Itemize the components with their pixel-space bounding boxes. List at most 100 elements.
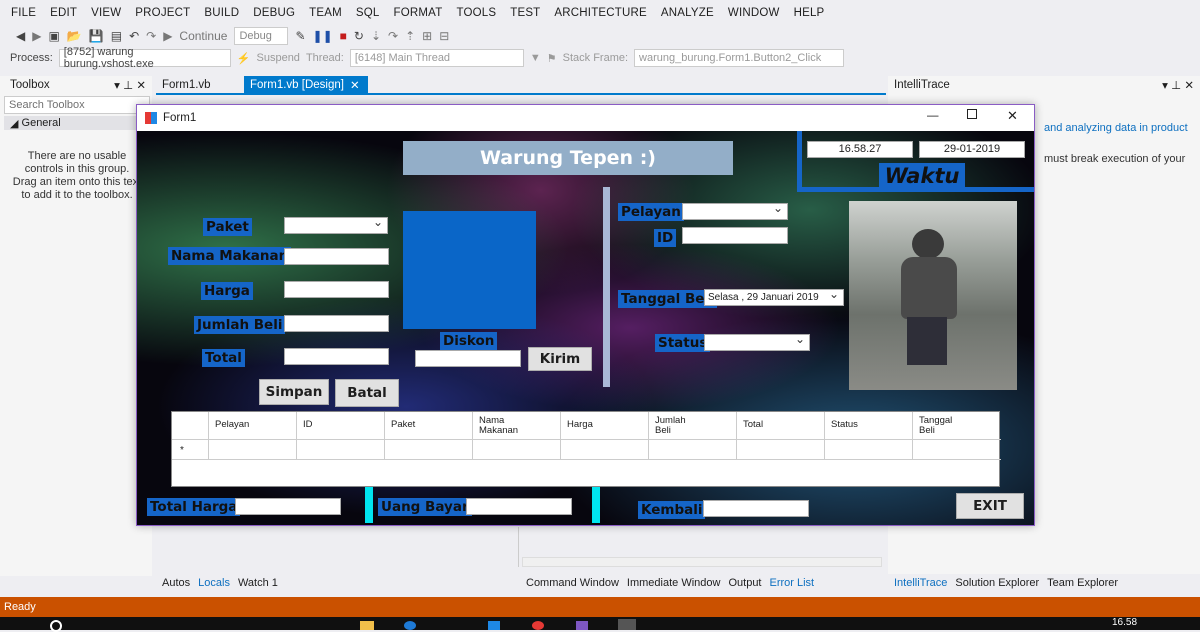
app-icon[interactable] — [618, 619, 636, 630]
stop-icon[interactable]: ■ — [340, 29, 347, 43]
tab-locals[interactable]: Locals — [198, 577, 230, 589]
continue-icon[interactable]: ▶ — [163, 29, 172, 43]
tab-autos[interactable]: Autos — [162, 577, 190, 589]
menu-item[interactable]: DEBUG — [246, 7, 302, 19]
jumlah-beli-field[interactable] — [284, 315, 389, 332]
tab-solution-explorer[interactable]: Solution Explorer — [955, 577, 1039, 589]
harga-field[interactable] — [284, 281, 389, 298]
menu-item[interactable]: PROJECT — [128, 7, 197, 19]
align-icon[interactable]: ⊟ — [439, 29, 449, 43]
pin-icon[interactable]: ▾ ⊥ ✕ — [114, 78, 146, 92]
tab-form1-design[interactable]: Form1.vb [Design] ✕ — [244, 76, 368, 94]
minimize-icon[interactable]: — — [927, 110, 939, 122]
simpan-button[interactable]: Simpan — [259, 379, 329, 405]
pin-icon[interactable]: ▾ ⊥ ✕ — [1162, 78, 1194, 92]
toolbox-group-general[interactable]: ◢ General — [4, 116, 150, 130]
grid-col-header[interactable]: Total — [736, 412, 824, 460]
menu-item[interactable]: ANALYZE — [654, 7, 721, 19]
menu-item[interactable]: FORMAT — [387, 7, 450, 19]
menu-item[interactable]: TEST — [503, 7, 547, 19]
flag-icon[interactable]: ⚑ — [547, 52, 557, 65]
back-icon[interactable]: ◀ — [16, 29, 25, 43]
restart-icon[interactable]: ↻ — [354, 29, 364, 43]
menu-item[interactable]: FILE — [4, 7, 43, 19]
paket-combo[interactable] — [284, 215, 388, 234]
grid-col-header[interactable]: Status — [824, 412, 912, 460]
pause-icon[interactable]: ❚❚ — [313, 29, 333, 43]
tab-command-window[interactable]: Command Window — [526, 577, 619, 589]
store-icon[interactable] — [488, 621, 500, 630]
find-icon[interactable]: ✎ — [295, 29, 305, 43]
orders-grid[interactable]: * Pelayan ID Paket Nama Makanan Harga Jumlah … — [171, 411, 1001, 487]
format-icon[interactable]: ⊞ — [422, 29, 432, 43]
tab-immediate-window[interactable]: Immediate Window — [627, 577, 721, 589]
tab-intellitrace[interactable]: IntelliTrace — [894, 577, 947, 589]
visual-studio-icon[interactable] — [576, 621, 588, 630]
exit-button[interactable]: EXIT — [956, 493, 1024, 519]
id-field[interactable] — [682, 227, 788, 244]
tab-form1-vb[interactable]: Form1.vb — [156, 76, 242, 94]
tab-error-list[interactable]: Error List — [770, 577, 815, 589]
continue-label[interactable]: Continue — [179, 29, 227, 43]
intellitrace-link[interactable]: and analyzing data in product — [1044, 122, 1188, 134]
grid-col-header[interactable]: Tanggal Beli — [912, 412, 1000, 460]
edge-icon[interactable] — [404, 621, 416, 630]
close-icon[interactable]: ✕ — [350, 78, 360, 92]
nama-makanan-field[interactable] — [284, 248, 389, 265]
filter-icon[interactable]: ▼ — [530, 52, 541, 64]
time-field[interactable]: 16.58.27 — [807, 141, 913, 158]
menu-item[interactable]: HELP — [787, 7, 832, 19]
pelayan-combo[interactable] — [682, 201, 788, 220]
step-over-icon[interactable]: ↷ — [388, 29, 398, 43]
menu-item[interactable]: EDIT — [43, 7, 84, 19]
open-icon[interactable]: 📂 — [67, 29, 82, 43]
save-icon[interactable]: 💾 — [89, 29, 104, 43]
suspend-icon[interactable]: ⚡ — [237, 52, 251, 65]
undo-icon[interactable]: ↶ — [129, 29, 139, 43]
process-dropdown[interactable]: [8752] warung burung.vshost.exe — [58, 46, 231, 70]
menu-item[interactable]: TEAM — [302, 7, 349, 19]
menu-item[interactable]: SQL — [349, 7, 387, 19]
forward-icon[interactable]: ▶ — [32, 29, 41, 43]
total-harga-field[interactable] — [235, 498, 341, 515]
tanggal-beli-picker[interactable]: Selasa , 29 Januari 2019 — [704, 287, 844, 306]
toolbox-search-input[interactable]: Search Toolbox — [4, 96, 150, 114]
menu-item[interactable]: VIEW — [84, 7, 128, 19]
status-combo[interactable] — [704, 332, 810, 351]
maximize-icon[interactable] — [967, 109, 977, 119]
grid-col-header[interactable]: Paket — [384, 412, 472, 460]
search-icon[interactable] — [50, 620, 62, 632]
redo-icon[interactable]: ↷ — [146, 29, 156, 43]
stack-dropdown[interactable]: warung_burung.Form1.Button2_Click — [634, 49, 845, 67]
grid-col-header[interactable]: ID — [296, 412, 384, 460]
menu-item[interactable]: ARCHITECTURE — [547, 7, 654, 19]
step-into-icon[interactable]: ⇣ — [371, 29, 381, 43]
kirim-button[interactable]: Kirim — [528, 347, 592, 371]
menu-item[interactable]: TOOLS — [449, 7, 503, 19]
grid-col-header[interactable]: Nama Makanan — [472, 412, 560, 460]
uang-bayar-field[interactable] — [466, 498, 572, 515]
suspend-label[interactable]: Suspend — [257, 52, 300, 64]
step-out-icon[interactable]: ⇡ — [405, 29, 415, 43]
grid-col-header[interactable]: Harga — [560, 412, 648, 460]
chrome-icon[interactable] — [532, 621, 544, 630]
folder-icon[interactable] — [360, 621, 374, 630]
total-field[interactable] — [284, 348, 389, 365]
save-all-icon[interactable]: ▤ — [111, 29, 122, 43]
thread-dropdown[interactable]: [6148] Main Thread — [349, 49, 524, 67]
grid-col-header[interactable]: Pelayan — [208, 412, 296, 460]
batal-button[interactable]: Batal — [335, 379, 399, 407]
config-dropdown[interactable]: Debug — [234, 27, 289, 45]
horizontal-scrollbar[interactable] — [522, 557, 882, 567]
tab-output[interactable]: Output — [728, 577, 761, 589]
grid-col-header[interactable]: Jumlah Beli — [648, 412, 736, 460]
menu-item[interactable]: BUILD — [197, 7, 246, 19]
close-icon[interactable]: ✕ — [1007, 108, 1018, 124]
new-project-icon[interactable]: ▣ — [48, 29, 59, 43]
menu-item[interactable]: WINDOW — [721, 7, 787, 19]
tab-watch[interactable]: Watch 1 — [238, 577, 278, 589]
date-field[interactable]: 29-01-2019 — [919, 141, 1025, 158]
kembali-field[interactable] — [703, 500, 809, 517]
diskon-field[interactable] — [415, 350, 521, 367]
tab-team-explorer[interactable]: Team Explorer — [1047, 577, 1118, 589]
